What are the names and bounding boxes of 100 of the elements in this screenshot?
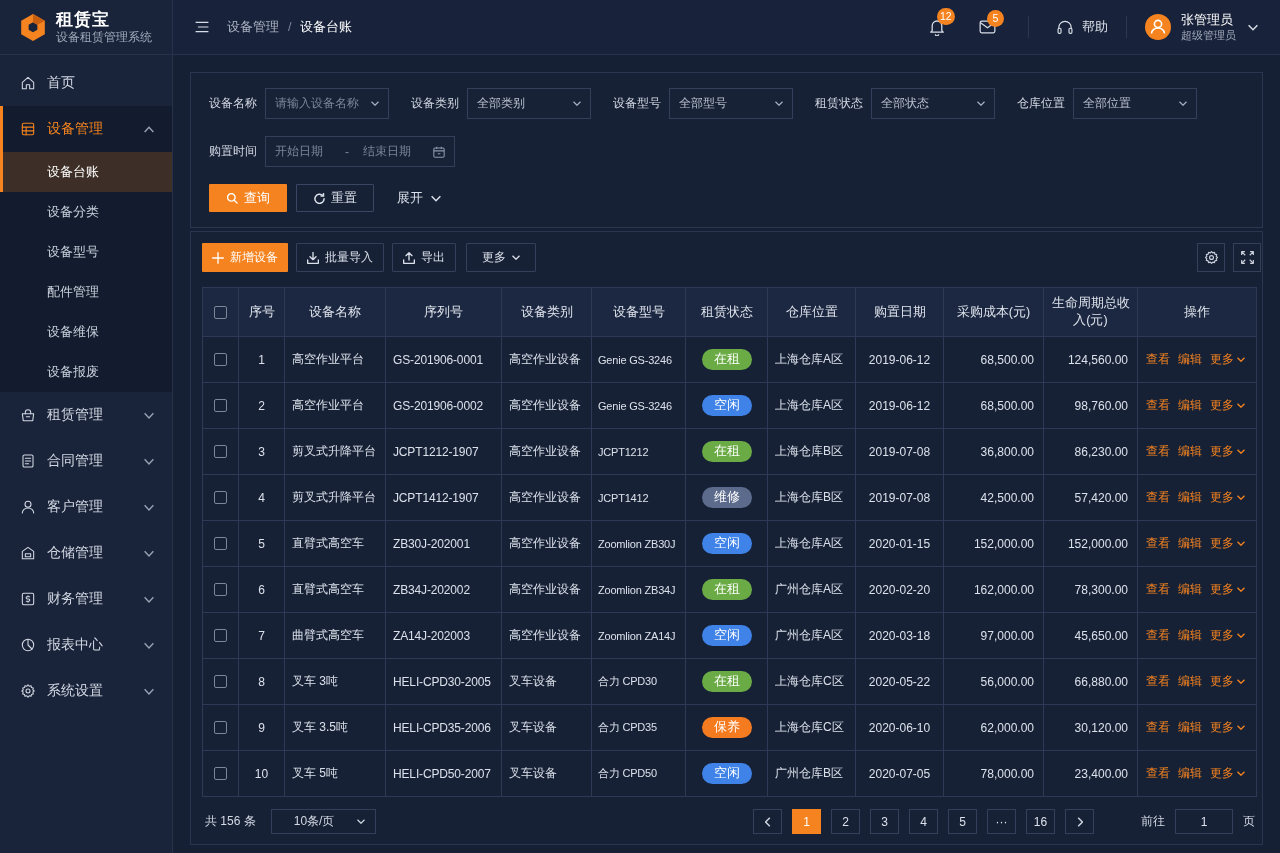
action-link[interactable]: 查看 xyxy=(1146,581,1170,598)
action-link[interactable]: 更多 xyxy=(1210,351,1245,368)
action-link[interactable]: 查看 xyxy=(1146,719,1170,736)
nav-subitem[interactable]: 设备台账 xyxy=(0,152,172,192)
action-link[interactable]: 更多 xyxy=(1210,397,1245,414)
nav-item[interactable]: 报表中心 xyxy=(0,622,172,668)
table-cell: HELI-CPD35-2006 xyxy=(385,704,502,751)
bell-icon[interactable] xyxy=(929,18,945,36)
filter-select[interactable]: 全部位置 xyxy=(1073,88,1197,119)
action-link[interactable]: 编辑 xyxy=(1178,719,1202,736)
action-link[interactable]: 编辑 xyxy=(1178,673,1202,690)
action-link[interactable]: 更多 xyxy=(1210,627,1245,644)
table-cell: 2020-01-15 xyxy=(855,520,944,567)
nav-item[interactable]: 系统设置 xyxy=(0,668,172,714)
help-button[interactable]: 帮助 xyxy=(1057,14,1108,40)
status-tag: 维修 xyxy=(701,487,752,508)
action-link[interactable]: 更多 xyxy=(1210,489,1245,506)
fullscreen-button[interactable] xyxy=(1233,243,1261,272)
table-cell: 直臂式高空车 xyxy=(284,520,386,567)
table-cell: 2020-06-10 xyxy=(855,704,944,751)
action-link[interactable]: 编辑 xyxy=(1178,443,1202,460)
action-link[interactable]: 查看 xyxy=(1146,765,1170,782)
nav-subitem[interactable]: 设备维保 xyxy=(0,312,172,352)
expand-button[interactable]: 展开 xyxy=(383,184,449,212)
action-link[interactable]: 编辑 xyxy=(1178,351,1202,368)
row-checkbox[interactable] xyxy=(214,675,227,688)
table-cell: 高空作业平台 xyxy=(284,382,386,429)
action-link[interactable]: 查看 xyxy=(1146,443,1170,460)
action-link[interactable]: 编辑 xyxy=(1178,627,1202,644)
nav-subitem[interactable]: 设备分类 xyxy=(0,192,172,232)
goto-label: 前往 xyxy=(1141,813,1165,830)
reset-button[interactable]: 重置 xyxy=(296,184,374,212)
action-link[interactable]: 更多 xyxy=(1210,443,1245,460)
row-checkbox[interactable] xyxy=(214,491,227,504)
filter-select[interactable]: 全部状态 xyxy=(871,88,995,119)
nav-item[interactable]: 首页 xyxy=(0,60,172,106)
table-settings-button[interactable] xyxy=(1197,243,1225,272)
page-size-select[interactable]: 10条/页 xyxy=(270,809,376,834)
filter-select[interactable]: 全部类别 xyxy=(467,88,591,119)
export-button[interactable]: 导出 xyxy=(392,243,456,272)
row-checkbox[interactable] xyxy=(214,353,227,366)
nav-item[interactable]: 合同管理 xyxy=(0,438,172,484)
action-link[interactable]: 查看 xyxy=(1146,489,1170,506)
next-page-button[interactable] xyxy=(1065,809,1094,834)
chevron-down-icon xyxy=(1237,403,1245,408)
action-link[interactable]: 编辑 xyxy=(1178,581,1202,598)
menu-icon[interactable] xyxy=(195,21,209,33)
action-link[interactable]: 查看 xyxy=(1146,673,1170,690)
row-checkbox[interactable] xyxy=(214,583,227,596)
nav-item[interactable]: 财务管理 xyxy=(0,576,172,622)
action-link[interactable]: 查看 xyxy=(1146,627,1170,644)
select-all-checkbox[interactable] xyxy=(214,305,227,319)
import-button[interactable]: 批量导入 xyxy=(296,243,384,272)
column-header: 序号 xyxy=(238,287,285,337)
caret-icon[interactable] xyxy=(1248,23,1258,31)
table-cell: 2019-06-12 xyxy=(855,382,944,429)
action-link[interactable]: 查看 xyxy=(1146,397,1170,414)
row-checkbox[interactable] xyxy=(214,721,227,734)
row-checkbox[interactable] xyxy=(214,629,227,642)
table-cell: 高空作业设备 xyxy=(501,336,592,383)
breadcrumb-item[interactable]: 设备管理 xyxy=(227,18,279,36)
page-button[interactable]: 5 xyxy=(948,809,977,834)
page-button[interactable]: ··· xyxy=(987,809,1016,834)
person-icon xyxy=(20,499,36,515)
action-link[interactable]: 查看 xyxy=(1146,535,1170,552)
action-link[interactable]: 编辑 xyxy=(1178,489,1202,506)
action-link[interactable]: 编辑 xyxy=(1178,397,1202,414)
previous-page-button[interactable] xyxy=(753,809,782,834)
filter-label: 仓库位置 xyxy=(1017,95,1065,112)
row-checkbox[interactable] xyxy=(214,537,227,550)
action-link[interactable]: 编辑 xyxy=(1178,535,1202,552)
action-link[interactable]: 更多 xyxy=(1210,765,1245,782)
row-checkbox[interactable] xyxy=(214,399,227,412)
nav-subitem[interactable]: 配件管理 xyxy=(0,272,172,312)
filter-select[interactable]: 请输入设备名称 xyxy=(265,88,389,119)
page-input[interactable]: 1 xyxy=(1175,809,1233,834)
more-button[interactable]: 更多 xyxy=(466,243,536,272)
row-checkbox[interactable] xyxy=(214,445,227,458)
page-button[interactable]: 2 xyxy=(831,809,860,834)
nav-item[interactable]: 仓储管理 xyxy=(0,530,172,576)
nav-item[interactable]: 设备管理 xyxy=(0,106,172,152)
nav-item[interactable]: 客户管理 xyxy=(0,484,172,530)
action-link[interactable]: 更多 xyxy=(1210,535,1245,552)
row-checkbox[interactable] xyxy=(214,767,227,780)
action-link[interactable]: 查看 xyxy=(1146,351,1170,368)
date-range-field[interactable]: 开始日期 - 结束日期 xyxy=(265,136,455,167)
page-button[interactable]: 16 xyxy=(1026,809,1055,834)
nav-item[interactable]: 租赁管理 xyxy=(0,392,172,438)
filter-select[interactable]: 全部型号 xyxy=(669,88,793,119)
nav-subitem[interactable]: 设备型号 xyxy=(0,232,172,272)
action-link[interactable]: 更多 xyxy=(1210,719,1245,736)
column-header: 采购成本(元) xyxy=(943,287,1044,337)
nav-subitem[interactable]: 设备报废 xyxy=(0,352,172,392)
action-link[interactable]: 更多 xyxy=(1210,581,1245,598)
action-link[interactable]: 编辑 xyxy=(1178,765,1202,782)
page-button[interactable]: 3 xyxy=(870,809,899,834)
page-button[interactable]: 4 xyxy=(909,809,938,834)
table-cell: 曲臂式高空车 xyxy=(284,612,386,659)
action-link[interactable]: 更多 xyxy=(1210,673,1245,690)
avatar-icon[interactable] xyxy=(1145,14,1171,40)
